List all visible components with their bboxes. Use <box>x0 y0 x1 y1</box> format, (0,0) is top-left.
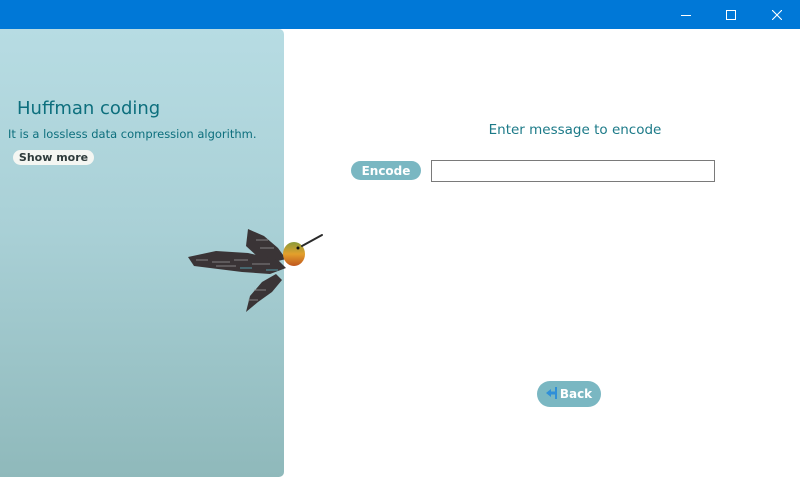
close-icon <box>772 9 782 20</box>
sidebar-description: It is a lossless data compression algori… <box>8 127 257 141</box>
hummingbird-code-illustration <box>186 224 324 314</box>
encode-prompt: Enter message to encode <box>488 122 662 138</box>
minimize-button[interactable] <box>663 0 709 29</box>
show-more-button[interactable]: Show more <box>13 150 94 165</box>
close-button[interactable] <box>754 0 800 29</box>
encode-button[interactable]: Encode <box>351 161 421 180</box>
title-bar <box>0 0 800 29</box>
message-input[interactable] <box>431 160 715 182</box>
maximize-icon <box>726 9 736 20</box>
maximize-button[interactable] <box>708 0 754 29</box>
back-button[interactable]: Back <box>537 381 601 407</box>
back-arrow-icon <box>545 385 557 404</box>
back-label: Back <box>559 387 593 401</box>
minimize-icon <box>681 10 691 20</box>
sidebar-title: Huffman coding <box>17 98 161 119</box>
